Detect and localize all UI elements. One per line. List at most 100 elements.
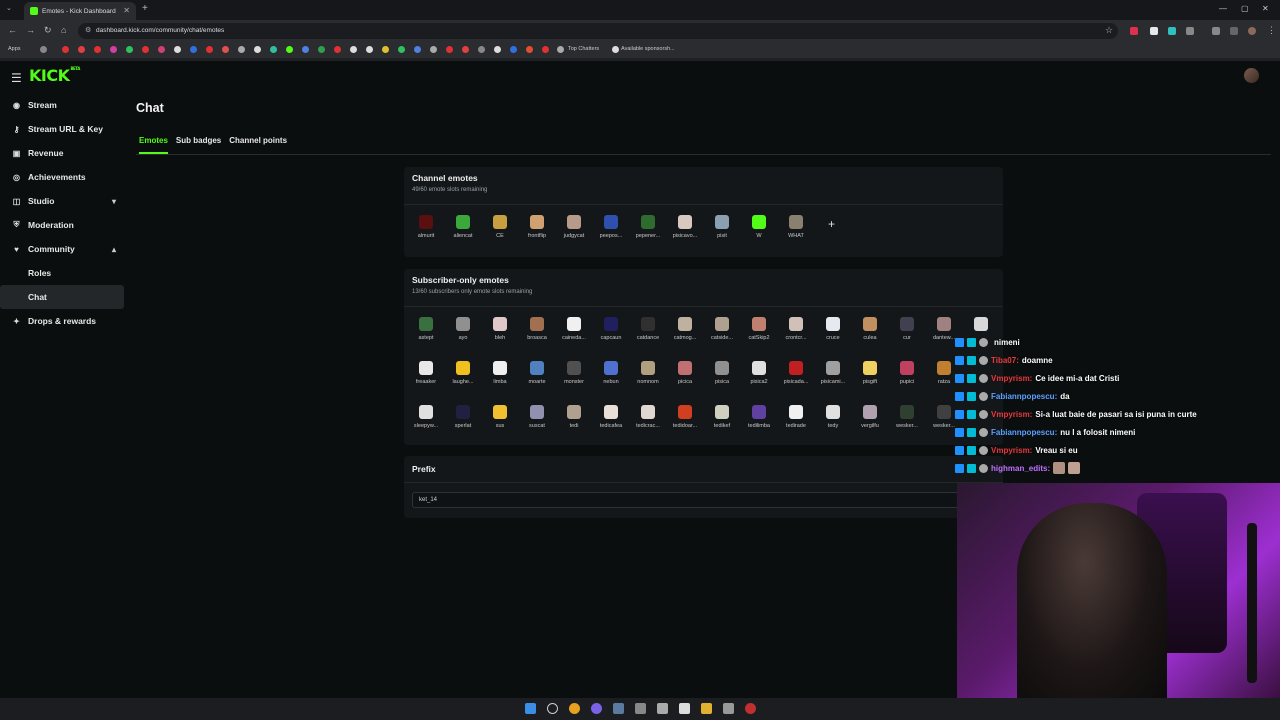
emote-item[interactable]: cur — [889, 317, 925, 341]
emote-item[interactable]: crontcr... — [778, 317, 814, 341]
emote-item[interactable]: vergilfu — [852, 405, 888, 429]
bookmark-icon[interactable] — [62, 46, 69, 53]
sidebar-item-community[interactable]: ♥ Community ▴ — [0, 237, 130, 261]
emote-item[interactable]: pisica — [704, 361, 740, 385]
new-tab-icon[interactable]: + — [142, 3, 148, 14]
chrome-icon[interactable] — [569, 703, 580, 714]
app-icon[interactable] — [679, 703, 690, 714]
emote-item[interactable]: monster — [556, 361, 592, 385]
app-icon[interactable] — [745, 703, 756, 714]
emote-item[interactable]: pisicami... — [815, 361, 851, 385]
chevron-down-icon[interactable]: ▾ — [112, 197, 116, 206]
bookmark-available-sponsorships[interactable]: Available sponsorsh... — [621, 46, 675, 52]
bookmark-icon[interactable] — [238, 46, 245, 53]
home-icon[interactable]: ⌂ — [61, 25, 66, 35]
emote-item[interactable]: sperlat — [445, 405, 481, 429]
bookmark-star-icon[interactable]: ☆ — [1105, 25, 1113, 36]
bookmark-icon[interactable] — [270, 46, 277, 53]
bookmark-icon[interactable] — [126, 46, 133, 53]
emote-item[interactable]: nebun — [593, 361, 629, 385]
emote-item[interactable]: frontflip — [519, 215, 555, 239]
extensions-puzzle-icon[interactable] — [1186, 27, 1194, 35]
sidebar-item-roles[interactable]: Roles — [0, 261, 130, 285]
bookmark-icon[interactable] — [206, 46, 213, 53]
bookmark-icon[interactable] — [318, 46, 325, 53]
settings-icon[interactable] — [723, 703, 734, 714]
sidebar-item-stream-url-key[interactable]: ⚷ Stream URL & Key — [0, 117, 130, 141]
emote-item[interactable]: ayo — [445, 317, 481, 341]
emote-item[interactable]: sus — [482, 405, 518, 429]
emote-item[interactable]: WHAT — [778, 215, 814, 239]
emote-item[interactable]: pisica2 — [741, 361, 777, 385]
close-tab-icon[interactable]: ✕ — [123, 6, 130, 15]
emote-item[interactable] — [963, 317, 999, 335]
emote-item[interactable]: CE — [482, 215, 518, 239]
emote-item[interactable]: pisit — [704, 215, 740, 239]
bookmark-icon[interactable] — [254, 46, 261, 53]
emote-item[interactable]: tedicafea — [593, 405, 629, 429]
emote-item[interactable]: bleh — [482, 317, 518, 341]
bookmark-icon[interactable] — [382, 46, 389, 53]
bookmark-icon[interactable] — [510, 46, 517, 53]
bookmark-icon[interactable] — [398, 46, 405, 53]
emote-item[interactable]: pisicavo... — [667, 215, 703, 239]
bookmark-icon[interactable] — [142, 46, 149, 53]
sidebar-item-revenue[interactable]: ▣ Revenue — [0, 141, 130, 165]
bookmark-icon[interactable] — [366, 46, 373, 53]
menu-icon[interactable]: ☰ — [11, 71, 22, 85]
sidepanel-icon[interactable] — [1230, 27, 1238, 35]
app-icon[interactable] — [657, 703, 668, 714]
bookmark-icon[interactable] — [446, 46, 453, 53]
minimize-icon[interactable]: — — [1219, 4, 1227, 13]
emote-item[interactable]: judgycat — [556, 215, 592, 239]
bookmark-icon[interactable] — [612, 46, 619, 53]
bookmark-icon[interactable] — [350, 46, 357, 53]
browser-menu-icon[interactable]: ⋮ — [1267, 25, 1276, 36]
emote-item[interactable]: pupici — [889, 361, 925, 385]
emote-item[interactable]: suscat — [519, 405, 555, 429]
bookmark-icon[interactable] — [174, 46, 181, 53]
emote-item[interactable]: freaaker — [408, 361, 444, 385]
kick-logo[interactable]: KICKBETA — [29, 66, 80, 85]
bookmark-icon[interactable] — [158, 46, 165, 53]
emote-item[interactable]: pisgift — [852, 361, 888, 385]
emote-item[interactable]: laughe... — [445, 361, 481, 385]
emote-item[interactable]: catSkip2 — [741, 317, 777, 341]
close-window-icon[interactable]: ✕ — [1262, 4, 1269, 13]
bookmark-icon[interactable] — [286, 46, 293, 53]
emote-item[interactable]: pepener... — [630, 215, 666, 239]
sidebar-item-achievements[interactable]: ◎ Achievements — [0, 165, 130, 189]
emote-item[interactable]: capcaun — [593, 317, 629, 341]
sidebar-item-moderation[interactable]: ⛨ Moderation — [0, 213, 130, 237]
emote-item[interactable]: limba — [482, 361, 518, 385]
emote-item[interactable]: picica — [667, 361, 703, 385]
emote-item[interactable]: sleepyw... — [408, 405, 444, 429]
bookmark-apps[interactable]: Apps — [8, 46, 21, 52]
bookmark-icon[interactable] — [110, 46, 117, 53]
emote-item[interactable]: tedi — [556, 405, 592, 429]
emote-item[interactable]: cruce — [815, 317, 851, 341]
emote-item[interactable]: peepos... — [593, 215, 629, 239]
emote-item[interactable]: tedirade — [778, 405, 814, 429]
emote-item[interactable]: catdance — [630, 317, 666, 341]
emote-item[interactable]: pisicada... — [778, 361, 814, 385]
user-avatar[interactable] — [1244, 68, 1259, 83]
tab-search-icon[interactable]: ⌄ — [6, 4, 12, 12]
emote-item[interactable]: broasca — [519, 317, 555, 341]
bookmark-icon[interactable] — [494, 46, 501, 53]
bookmark-icon[interactable] — [430, 46, 437, 53]
sidebar-item-chat[interactable]: Chat — [0, 285, 124, 309]
bookmark-icon[interactable] — [557, 46, 564, 53]
bookmark-icon[interactable] — [78, 46, 85, 53]
emote-item[interactable]: catside... — [704, 317, 740, 341]
emote-item[interactable]: almurit — [408, 215, 444, 239]
bookmark-icon[interactable] — [334, 46, 341, 53]
tab-emotes[interactable]: Emotes — [139, 136, 168, 154]
search-icon[interactable] — [547, 703, 558, 714]
file-explorer-icon[interactable] — [701, 703, 712, 714]
profile-icon[interactable] — [1248, 27, 1256, 35]
emote-item[interactable]: tedy — [815, 405, 851, 429]
emote-item[interactable]: culea — [852, 317, 888, 341]
emote-item[interactable]: tedicrac... — [630, 405, 666, 429]
app-icon[interactable] — [635, 703, 646, 714]
